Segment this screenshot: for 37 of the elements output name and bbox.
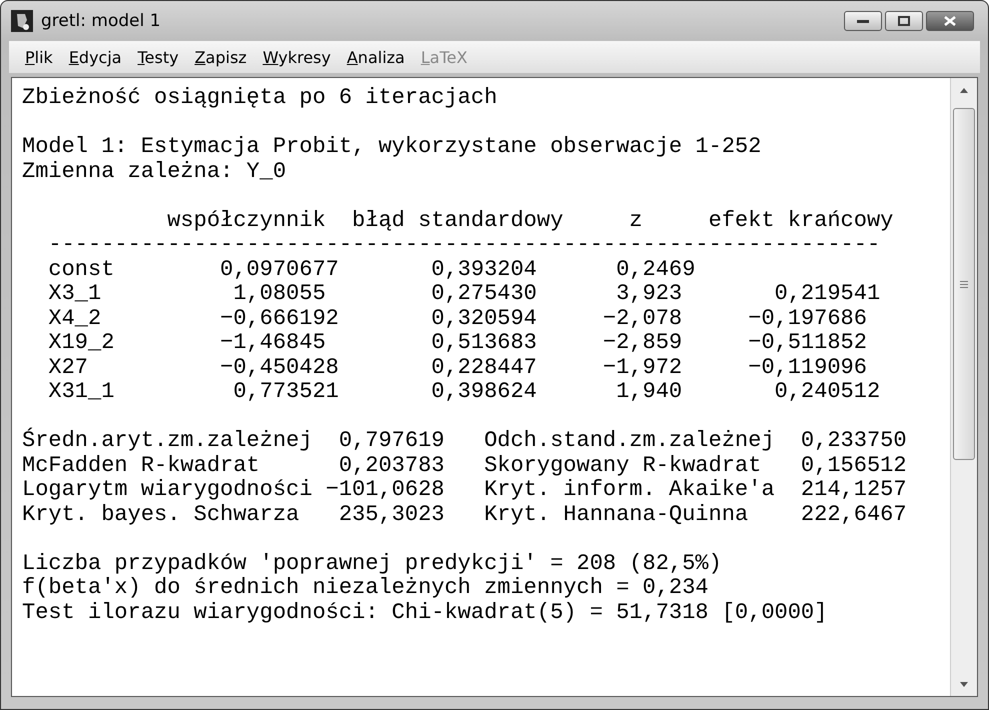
output-line: współczynnik błąd standardowy z efekt krańcowy	[166, 208, 894, 233]
output-line: Średn.aryt.zm.zależnej 0,797619 Odch.stand.zm.zależnej 0,233750	[22, 429, 907, 454]
output-line: Logarytm wiarygodności −101,0628 Kryt. inform. Akaike'a 214,1257	[22, 478, 907, 502]
menu-item[interactable]: Edycja	[60, 44, 130, 70]
output-line: const 0,0970677 0,393204 0,2469	[47, 258, 696, 282]
output-line: Kryt. bayes. Schwarza 235,3023 Kryt. Hannana-Quinna 222,6467	[22, 502, 907, 527]
scrollbar[interactable]	[950, 78, 977, 696]
menu-item[interactable]: Plik	[17, 44, 61, 70]
scroll-down-icon[interactable]	[960, 682, 968, 686]
output-line: Test ilorazu wiarygodności: Chi-kwadrat(5) = 51,7318 [0,0000]	[22, 600, 828, 625]
close-icon	[944, 16, 956, 26]
menu-item[interactable]: Analiza	[338, 44, 413, 70]
maximize-button[interactable]	[885, 11, 923, 31]
close-button[interactable]	[926, 11, 974, 31]
grip-icon	[960, 280, 968, 288]
minimize-icon	[857, 18, 869, 24]
scroll-up-icon[interactable]	[960, 88, 968, 92]
maximize-icon	[898, 16, 910, 26]
output-line: X31_1 0,773521 0,398624 1,940 0,240512	[47, 380, 880, 404]
output-line: McFadden R-kwadrat 0,203783 Skorygowany R-kwadrat 0,156512	[22, 454, 907, 478]
scrollbar-thumb[interactable]	[953, 108, 975, 460]
output-line: Model 1: Estymacja Probit, wykorzystane obserwacje 1-252	[22, 135, 762, 160]
menu-item[interactable]: Testy	[130, 44, 187, 70]
output-line: Zbieżność osiągnięta po 6 iteracjach	[22, 86, 498, 110]
app-icon	[11, 10, 33, 32]
output-line: Zmienna zależna: Y_0	[22, 160, 286, 184]
output-line: X19_2 −1,46845 0,513683 −2,859 −0,511852	[47, 331, 867, 356]
output-line: X3_1 1,08055 0,275430 3,923 0,219541	[47, 282, 880, 306]
menu-item[interactable]: Zapisz	[186, 44, 255, 70]
output-line: X4_2 −0,666192 0,320594 −2,078 −0,197686	[47, 306, 867, 331]
output-line: X27 −0,450428 0,228447 −1,972 −0,119096	[47, 356, 867, 380]
window-title: gretl: model 1	[41, 11, 162, 31]
output-line: f(beta'x) do średnich niezależnych zmiennych = 0,234	[22, 576, 709, 600]
output-line: Liczba przypadków 'poprawnej predykcji' = 208 (82,5%)	[22, 552, 722, 576]
minimize-button[interactable]	[844, 11, 882, 31]
menu-item[interactable]: Wykresy	[254, 44, 339, 70]
output-line: ---------------------------------------------------------------	[47, 233, 880, 258]
